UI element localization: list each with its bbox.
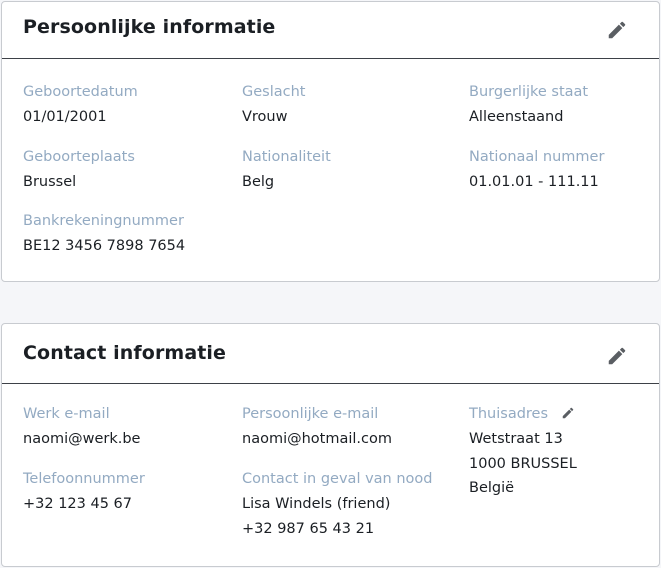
civil-status-value: Alleenstaand <box>469 109 564 125</box>
home-address-country: België <box>469 480 515 496</box>
field-gender: Geslacht Vrouw <box>242 82 305 129</box>
emergency-contact-name: Lisa Windels (friend) <box>242 496 391 512</box>
work-email-label: Werk e-mail <box>23 406 110 422</box>
edit-contact-info-button[interactable] <box>605 344 629 368</box>
nationality-value: Belg <box>242 174 275 190</box>
emergency-contact-phone: +32 987 65 43 21 <box>242 520 375 537</box>
emergency-contact-label: Contact in geval van nood <box>242 471 433 487</box>
field-bank-account: Bankrekeningnummer BE12 3456 7898 7654 <box>23 211 185 258</box>
contact-info-header: Contact informatie <box>2 324 659 384</box>
birthdate-label: Geboortedatum <box>23 84 138 100</box>
pencil-icon <box>608 21 626 39</box>
personal-info-header: Persoonlijke informatie <box>2 2 659 59</box>
nationality-label: Nationaliteit <box>242 149 331 165</box>
field-work-email: Werk e-mail naomi@werk.be <box>23 404 140 451</box>
national-number-value: 01.01.01 - 111.11 <box>469 174 599 190</box>
home-address-street: Wetstraat 13 <box>469 431 563 447</box>
gender-value: Vrouw <box>242 109 288 125</box>
field-home-address: Thuisadres Wetstraat 13 1000 BRUSSEL Bel… <box>469 404 577 501</box>
personal-info-card: Persoonlijke informatie Geboortedatum 01… <box>1 1 660 282</box>
pencil-icon <box>562 407 573 419</box>
field-phone: Telefoonnummer +32 123 45 67 <box>23 469 145 516</box>
home-address-label-row: Thuisadres <box>469 404 577 424</box>
field-nationality: Nationaliteit Belg <box>242 147 331 194</box>
birthplace-value: Brussel <box>23 174 77 190</box>
contact-info-card: Contact informatie Werk e-mail naomi@wer… <box>1 323 660 567</box>
work-email-value[interactable]: naomi@werk.be <box>23 427 140 451</box>
home-address-label: Thuisadres <box>469 406 549 422</box>
field-emergency-contact: Contact in geval van nood Lisa Windels (… <box>242 469 432 541</box>
national-number-label: Nationaal nummer <box>469 149 605 165</box>
emergency-contact-value: Lisa Windels (friend) +32 987 65 43 21 <box>242 492 432 541</box>
edit-home-address-button[interactable] <box>561 406 577 422</box>
field-personal-email: Persoonlijke e-mail naomi@hotmail.com <box>242 404 392 451</box>
bank-account-label: Bankrekeningnummer <box>23 213 184 229</box>
field-civil-status: Burgerlijke staat Alleenstaand <box>469 82 588 129</box>
field-birthdate: Geboortedatum 01/01/2001 <box>23 82 138 129</box>
edit-personal-info-button[interactable] <box>605 18 629 42</box>
home-address-value: Wetstraat 13 1000 BRUSSEL België <box>469 427 577 501</box>
civil-status-label: Burgerlijke staat <box>469 84 589 100</box>
field-national-number: Nationaal nummer 01.01.01 - 111.11 <box>469 147 604 194</box>
personal-email-label: Persoonlijke e-mail <box>242 406 379 422</box>
bank-account-value: BE12 3456 7898 7654 <box>23 238 186 254</box>
phone-label: Telefoonnummer <box>23 471 145 487</box>
gender-label: Geslacht <box>242 84 306 100</box>
birthplace-label: Geboorteplaats <box>23 149 135 165</box>
personal-info-title: Persoonlijke informatie <box>23 16 276 38</box>
pencil-icon <box>608 347 626 365</box>
personal-email-value[interactable]: naomi@hotmail.com <box>242 427 392 451</box>
contact-info-title: Contact informatie <box>23 342 227 364</box>
phone-value: +32 123 45 67 <box>23 496 133 512</box>
field-birthplace: Geboorteplaats Brussel <box>23 147 135 194</box>
home-address-city: 1000 BRUSSEL <box>469 455 577 472</box>
birthdate-value: 01/01/2001 <box>23 109 107 125</box>
